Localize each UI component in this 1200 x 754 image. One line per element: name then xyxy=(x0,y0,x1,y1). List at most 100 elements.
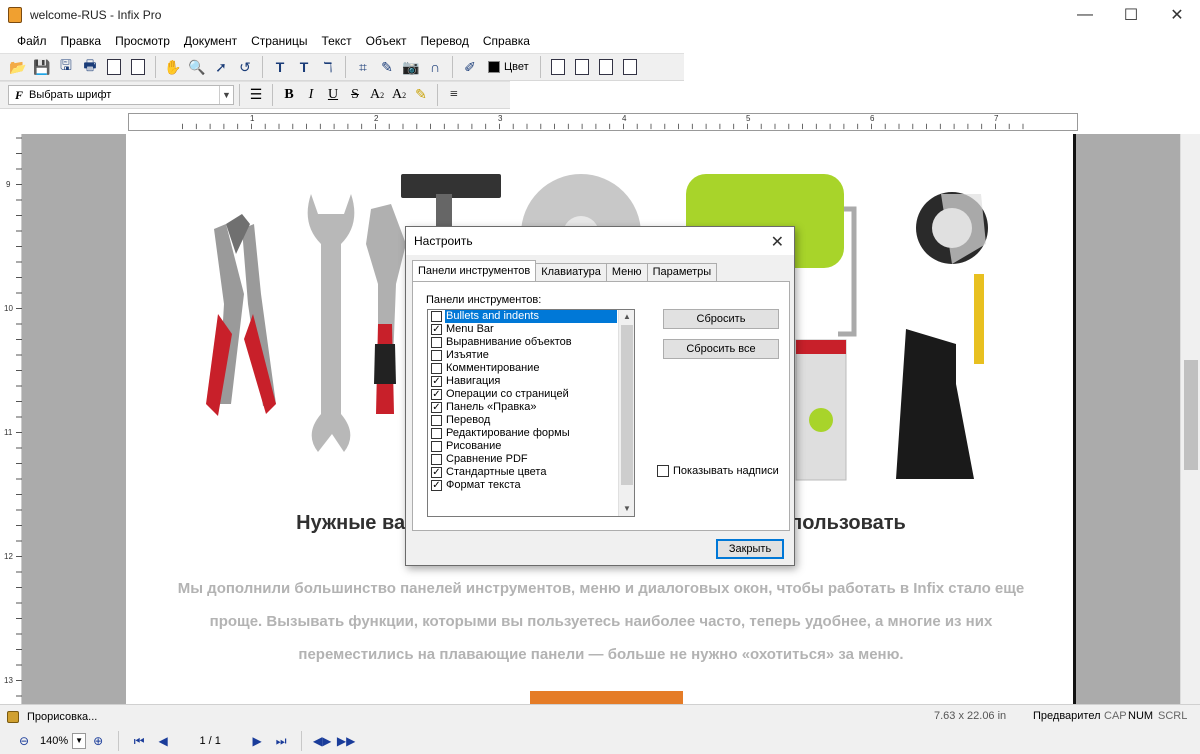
minimize-button[interactable]: — xyxy=(1062,0,1108,30)
show-labels-checkbox[interactable] xyxy=(657,465,669,477)
crop-icon[interactable]: ⌗ xyxy=(352,56,374,78)
list-item[interactable]: ✓ Menu Bar xyxy=(428,323,634,336)
line-spacing-icon[interactable]: ≡ xyxy=(443,84,465,106)
list-item-checkbox[interactable] xyxy=(431,415,442,426)
list-item[interactable]: Изъятие xyxy=(428,349,634,362)
list-item[interactable]: Выравнивание объектов xyxy=(428,336,634,349)
vertical-scrollbar[interactable] xyxy=(1180,134,1200,704)
page-icon[interactable] xyxy=(103,56,125,78)
list-item-checkbox[interactable]: ✓ xyxy=(431,389,442,400)
superscript-button[interactable]: A2 xyxy=(366,84,388,106)
export-icon[interactable] xyxy=(127,56,149,78)
list-item-checkbox[interactable]: ✓ xyxy=(431,480,442,491)
reset-all-button[interactable]: Сбросить все xyxy=(663,339,779,359)
italic-button[interactable]: I xyxy=(300,84,322,106)
close-dialog-button[interactable]: Закрыть xyxy=(716,539,784,559)
list-item[interactable]: ✓ Навигация xyxy=(428,375,634,388)
underline-button[interactable]: U xyxy=(322,84,344,106)
list-item-checkbox[interactable] xyxy=(431,337,442,348)
list-item-checkbox[interactable] xyxy=(431,441,442,452)
list-scrollbar[interactable]: ▲ ▼ xyxy=(618,310,634,516)
subscript-button[interactable]: A2 xyxy=(388,84,410,106)
chevron-down-icon[interactable]: ▼ xyxy=(219,86,233,104)
font-select[interactable]: F Выбрать шрифт ▼ xyxy=(8,85,234,105)
menu-edit[interactable]: Правка xyxy=(54,34,109,48)
history-forward-icon[interactable]: ▶▶ xyxy=(336,731,356,751)
list-item-checkbox[interactable] xyxy=(431,311,442,322)
link-icon[interactable]: ∩ xyxy=(424,56,446,78)
camera-icon[interactable]: 📷 xyxy=(400,56,422,78)
select-arrow-icon[interactable]: ➚ xyxy=(210,56,232,78)
list-item-checkbox[interactable] xyxy=(431,454,442,465)
maximize-button[interactable]: ☐ xyxy=(1108,0,1154,30)
list-scrollbar-thumb[interactable] xyxy=(621,325,633,485)
list-item[interactable]: Комментирование xyxy=(428,362,634,375)
menu-pages[interactable]: Страницы xyxy=(244,34,314,48)
text-tool-icon[interactable]: T xyxy=(269,56,291,78)
text-edit-icon[interactable]: T xyxy=(293,56,315,78)
list-item-checkbox[interactable] xyxy=(431,363,442,374)
menu-document[interactable]: Документ xyxy=(177,34,244,48)
tab-toolbars[interactable]: Панели инструментов xyxy=(412,260,537,281)
list-item-checkbox[interactable]: ✓ xyxy=(431,376,442,387)
print-icon[interactable]: 🖶 xyxy=(79,56,101,78)
list-item[interactable]: Bullets and indents xyxy=(428,310,634,323)
list-item[interactable]: ✓ Операции со страницей xyxy=(428,388,634,401)
list-item[interactable]: Перевод xyxy=(428,414,634,427)
highlight-icon[interactable]: ✎ xyxy=(410,84,432,106)
list-item-checkbox[interactable]: ✓ xyxy=(431,402,442,413)
save-icon[interactable]: 💾 xyxy=(31,56,53,78)
orange-banner[interactable] xyxy=(530,691,683,704)
scrollbar-thumb[interactable] xyxy=(1184,360,1198,470)
strikethrough-button[interactable]: S xyxy=(344,84,366,106)
toolbars-list[interactable]: Bullets and indents ✓ Menu Bar Выравнивание… xyxy=(427,309,635,517)
color-picker[interactable]: Цвет xyxy=(482,61,535,73)
menu-help[interactable]: Справка xyxy=(476,34,537,48)
list-item[interactable]: ✓ Формат текста xyxy=(428,479,634,492)
bold-button[interactable]: B xyxy=(278,84,300,106)
page-indicator[interactable]: 1 / 1 xyxy=(181,735,239,747)
zoom-dropdown-icon[interactable]: ▼ xyxy=(72,733,87,749)
menu-view[interactable]: Просмотр xyxy=(108,34,177,48)
save-as-icon[interactable]: 🖫 xyxy=(55,56,77,78)
scroll-down-icon[interactable]: ▼ xyxy=(619,502,634,516)
page-add-icon[interactable] xyxy=(571,56,593,78)
eyedropper-icon[interactable]: ✐ xyxy=(459,56,481,78)
rotate-icon[interactable]: ↺ xyxy=(234,56,256,78)
history-back-icon[interactable]: ◀▶ xyxy=(312,731,332,751)
zoom-level[interactable]: 140% xyxy=(40,735,68,747)
list-item[interactable]: Рисование xyxy=(428,440,634,453)
menu-translate[interactable]: Перевод xyxy=(414,34,476,48)
menu-object[interactable]: Объект xyxy=(359,34,414,48)
close-icon[interactable]: ✕ xyxy=(771,232,784,252)
stamp-icon[interactable]: ✎ xyxy=(376,56,398,78)
close-window-button[interactable]: ✕ xyxy=(1154,0,1200,30)
prev-page-icon[interactable]: ◀ xyxy=(153,731,173,751)
list-item[interactable]: ✓ Стандартные цвета xyxy=(428,466,634,479)
zoom-tool-icon[interactable]: 🔍 xyxy=(186,56,208,78)
list-item-checkbox[interactable] xyxy=(431,350,442,361)
list-item[interactable]: Сравнение PDF xyxy=(428,453,634,466)
page-move-icon[interactable] xyxy=(595,56,617,78)
list-item-checkbox[interactable]: ✓ xyxy=(431,467,442,478)
page-refresh-icon[interactable] xyxy=(547,56,569,78)
menu-file[interactable]: Файл xyxy=(10,34,54,48)
hand-tool-icon[interactable]: ✋ xyxy=(162,56,184,78)
zoom-out-icon[interactable]: ⊖ xyxy=(14,731,34,751)
list-item-checkbox[interactable] xyxy=(431,428,442,439)
zoom-in-icon[interactable]: ⊕ xyxy=(88,731,108,751)
list-item-checkbox[interactable]: ✓ xyxy=(431,324,442,335)
tab-parameters[interactable]: Параметры xyxy=(646,263,718,281)
list-item[interactable]: ✓ Панель «Правка» xyxy=(428,401,634,414)
first-page-icon[interactable]: ⏮ xyxy=(129,731,149,751)
page-delete-icon[interactable] xyxy=(619,56,641,78)
show-labels-option[interactable]: Показывать надписи xyxy=(657,465,779,477)
last-page-icon[interactable]: ⏭ xyxy=(271,731,291,751)
menu-text[interactable]: Текст xyxy=(314,34,358,48)
tab-keyboard[interactable]: Клавиатура xyxy=(535,263,607,281)
text-cursor-icon[interactable]: ℸ xyxy=(317,56,339,78)
list-item[interactable]: Редактирование формы xyxy=(428,427,634,440)
reset-button[interactable]: Сбросить xyxy=(663,309,779,329)
align-left-icon[interactable]: ☰ xyxy=(245,84,267,106)
tab-menu[interactable]: Меню xyxy=(605,263,648,281)
